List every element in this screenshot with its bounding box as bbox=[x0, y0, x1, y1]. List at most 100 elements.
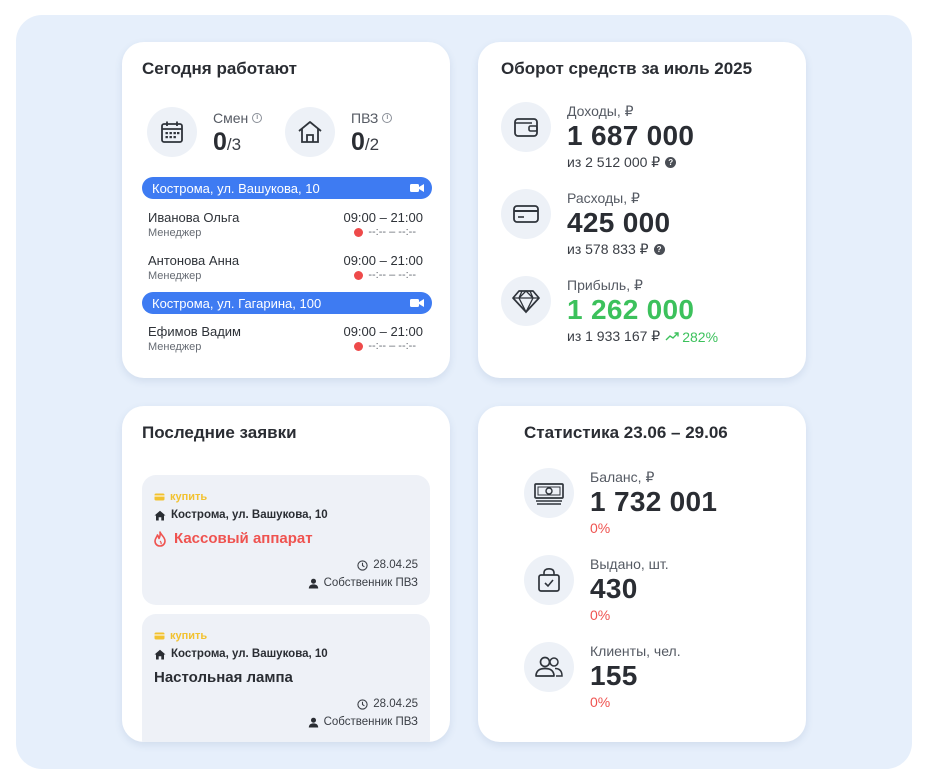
income-value: 1 687 000 bbox=[567, 120, 695, 151]
request-owner-text: Собственник ПВЗ bbox=[323, 577, 418, 589]
expenses-sub-text: из 578 833 ₽ bbox=[567, 241, 649, 257]
user-icon bbox=[308, 578, 318, 588]
request-owner: Собственник ПВЗ bbox=[308, 577, 418, 589]
checkin-status: --:-- – --:-- bbox=[354, 269, 416, 281]
location-name: Кострома, ул. Вашукова, 10 bbox=[152, 180, 320, 196]
clients-pct: 0% bbox=[590, 694, 611, 710]
request-item[interactable]: купить Кострома, ул. Вашукова, 10 Настол… bbox=[142, 614, 430, 742]
alert-dot-icon bbox=[354, 227, 364, 237]
shifts-value: 0 bbox=[213, 128, 227, 156]
request-tag: купить bbox=[154, 491, 207, 503]
request-address-text: Кострома, ул. Вашукова, 10 bbox=[171, 509, 328, 521]
employee-name: Антонова Анна bbox=[148, 253, 240, 268]
balance-pct: 0% bbox=[590, 520, 611, 536]
shifts-label: Смен i bbox=[213, 110, 263, 126]
wallet-icon bbox=[501, 102, 551, 152]
shift-time: 09:00 – 21:00 bbox=[343, 253, 423, 268]
request-address: Кострома, ул. Вашукова, 10 bbox=[154, 509, 328, 521]
issued-pct: 0% bbox=[590, 607, 611, 623]
request-item-name: Кассовый аппарат bbox=[154, 530, 313, 547]
employee-name: Ефимов Вадим bbox=[148, 324, 241, 339]
alert-dot-icon bbox=[354, 341, 364, 351]
user-icon bbox=[308, 717, 318, 727]
employee-name: Иванова Ольга bbox=[148, 210, 240, 225]
expenses-sub: из 578 833 ₽ ? bbox=[567, 241, 665, 258]
balance-label: Баланс, ₽ bbox=[590, 469, 655, 485]
request-address-text: Кострома, ул. Вашукова, 10 bbox=[171, 648, 328, 660]
issued-value: 430 bbox=[590, 573, 638, 604]
profit-sub: из 1 933 167 ₽ 282% bbox=[567, 328, 718, 345]
stats-card: Статистика 23.06 – 29.06 Баланс, ₽ 1 732… bbox=[478, 406, 806, 742]
expenses-value: 425 000 bbox=[567, 207, 671, 238]
shifts-counter: 0/3 bbox=[213, 128, 241, 157]
info-icon[interactable]: i bbox=[252, 113, 263, 123]
trend-up-icon bbox=[665, 332, 679, 341]
request-date-text: 28.04.25 bbox=[373, 559, 418, 571]
employee-role: Менеджер bbox=[148, 341, 202, 353]
checkin-status: --:-- – --:-- bbox=[354, 340, 416, 352]
video-camera-icon[interactable] bbox=[410, 183, 424, 193]
expenses-label: Расходы, ₽ bbox=[567, 190, 640, 206]
clients-value: 155 bbox=[590, 660, 638, 691]
location-name: Кострома, ул. Гагарина, 100 bbox=[152, 295, 322, 311]
profit-sub-text: из 1 933 167 ₽ bbox=[567, 328, 661, 344]
request-item-name: Настольная лампа bbox=[154, 669, 293, 686]
checkin-time: --:-- – --:-- bbox=[368, 226, 416, 238]
request-item[interactable]: купить Кострома, ул. Вашукова, 10 Кассов… bbox=[142, 475, 430, 605]
request-owner-text: Собственник ПВЗ bbox=[323, 716, 418, 728]
request-tag-text: купить bbox=[170, 630, 208, 642]
employee-role: Менеджер bbox=[148, 227, 202, 239]
turnover-card: Оборот средств за июль 2025 Доходы, ₽ 1 … bbox=[478, 42, 806, 378]
alert-dot-icon bbox=[354, 270, 364, 280]
pvz-label-text: ПВЗ bbox=[351, 110, 379, 126]
home-icon bbox=[285, 107, 335, 157]
clients-label: Клиенты, чел. bbox=[590, 643, 681, 659]
location-bar[interactable]: Кострома, ул. Гагарина, 100 bbox=[142, 292, 432, 314]
profit-label: Прибыль, ₽ bbox=[567, 277, 643, 293]
income-sub-text: из 2 512 000 ₽ bbox=[567, 154, 661, 170]
bag-check-icon bbox=[524, 555, 574, 605]
income-label: Доходы, ₽ bbox=[567, 103, 634, 119]
request-tag: купить bbox=[154, 630, 207, 642]
video-camera-icon[interactable] bbox=[410, 298, 424, 308]
shifts-total: /3 bbox=[226, 135, 242, 154]
today-working-card: Сегодня работают Смен i 0/3 ПВЗ i 0/2 Ко… bbox=[122, 42, 450, 378]
checkin-status: --:-- – --:-- bbox=[354, 226, 416, 238]
shift-time: 09:00 – 21:00 bbox=[343, 210, 423, 225]
request-date: 28.04.25 bbox=[357, 559, 418, 571]
pvz-label: ПВЗ i bbox=[351, 110, 393, 126]
pvz-value: 0 bbox=[351, 128, 365, 156]
request-item-text: Кассовый аппарат bbox=[174, 530, 313, 547]
request-date: 28.04.25 bbox=[357, 698, 418, 710]
recent-requests-card: Последние заявки купить Кострома, ул. Ва… bbox=[122, 406, 450, 742]
issued-label: Выдано, шт. bbox=[590, 556, 669, 572]
card-title: Последние заявки bbox=[142, 423, 297, 442]
help-icon[interactable]: ? bbox=[665, 157, 677, 168]
employee-role: Менеджер bbox=[148, 270, 202, 282]
profit-value: 1 262 000 bbox=[567, 294, 695, 325]
checkin-time: --:-- – --:-- bbox=[368, 340, 416, 352]
shift-time: 09:00 – 21:00 bbox=[343, 324, 423, 339]
request-address: Кострома, ул. Вашукова, 10 bbox=[154, 648, 328, 660]
request-item-text: Настольная лампа bbox=[154, 669, 293, 686]
card-title: Сегодня работают bbox=[142, 59, 297, 78]
request-owner: Собственник ПВЗ bbox=[308, 716, 418, 728]
card-title: Оборот средств за июль 2025 bbox=[501, 59, 753, 78]
users-icon bbox=[524, 642, 574, 692]
pvz-counter: 0/2 bbox=[351, 128, 379, 157]
location-bar[interactable]: Кострома, ул. Вашукова, 10 bbox=[142, 177, 432, 199]
request-date-text: 28.04.25 bbox=[373, 698, 418, 710]
info-icon[interactable]: i bbox=[382, 113, 393, 123]
balance-value: 1 732 001 bbox=[590, 486, 718, 517]
card-icon bbox=[154, 632, 165, 640]
help-icon[interactable]: ? bbox=[653, 244, 665, 255]
home-icon bbox=[154, 510, 166, 520]
pvz-total: /2 bbox=[364, 135, 380, 154]
fire-icon bbox=[154, 530, 166, 547]
card-title: Статистика 23.06 – 29.06 bbox=[524, 423, 728, 442]
shifts-label-text: Смен bbox=[213, 110, 249, 126]
checkin-time: --:-- – --:-- bbox=[368, 269, 416, 281]
calendar-icon bbox=[147, 107, 197, 157]
request-tag-text: купить bbox=[170, 491, 208, 503]
profit-trend: 282% bbox=[665, 329, 718, 345]
